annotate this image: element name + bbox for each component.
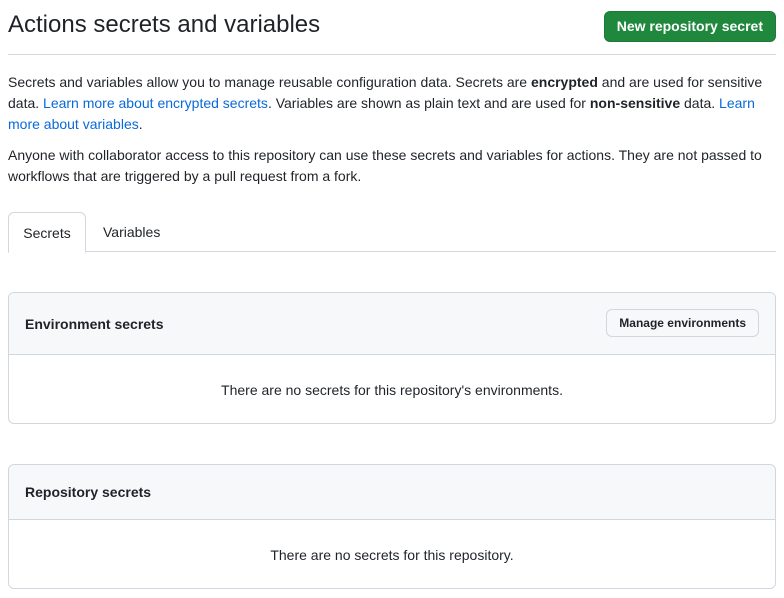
repository-secrets-header: Repository secrets (9, 465, 775, 520)
desc-text: Secrets and variables allow you to manag… (8, 74, 531, 90)
desc-bold-encrypted: encrypted (530, 74, 598, 90)
environment-secrets-box: Environment secrets Manage environments … (8, 292, 776, 424)
new-repository-secret-button[interactable]: New repository secret (603, 11, 776, 42)
repository-secrets-title: Repository secrets (25, 484, 152, 500)
tab-secrets[interactable]: Secrets (8, 212, 86, 253)
learn-more-encrypted-secrets-link[interactable]: Learn more about encrypted secrets (43, 95, 268, 111)
desc-text: . (138, 116, 143, 132)
page-header: Actions secrets and variables New reposi… (8, 0, 776, 55)
environment-secrets-empty: There are no secrets for this repository… (221, 382, 563, 398)
environment-secrets-header: Environment secrets Manage environments (9, 293, 775, 355)
desc-bold-non-sensitive: non-sensitive (589, 95, 681, 111)
desc-text: data. (680, 95, 720, 111)
manage-environments-button[interactable]: Manage environments (606, 309, 759, 337)
repository-secrets-empty: There are no secrets for this repository… (270, 547, 514, 563)
tab-nav: Secrets Variables (8, 212, 776, 253)
description-collaborator-access: Anyone with collaborator access to this … (8, 147, 762, 184)
environment-secrets-title: Environment secrets (25, 316, 164, 332)
desc-text: . Variables are shown as plain text and … (267, 95, 590, 111)
repository-secrets-box: Repository secrets There are no secrets … (8, 464, 776, 589)
description-secrets-variables: Secrets and variables allow you to manag… (8, 72, 778, 135)
tab-variables[interactable]: Variables (87, 212, 176, 252)
page-title: Actions secrets and variables (8, 11, 321, 38)
